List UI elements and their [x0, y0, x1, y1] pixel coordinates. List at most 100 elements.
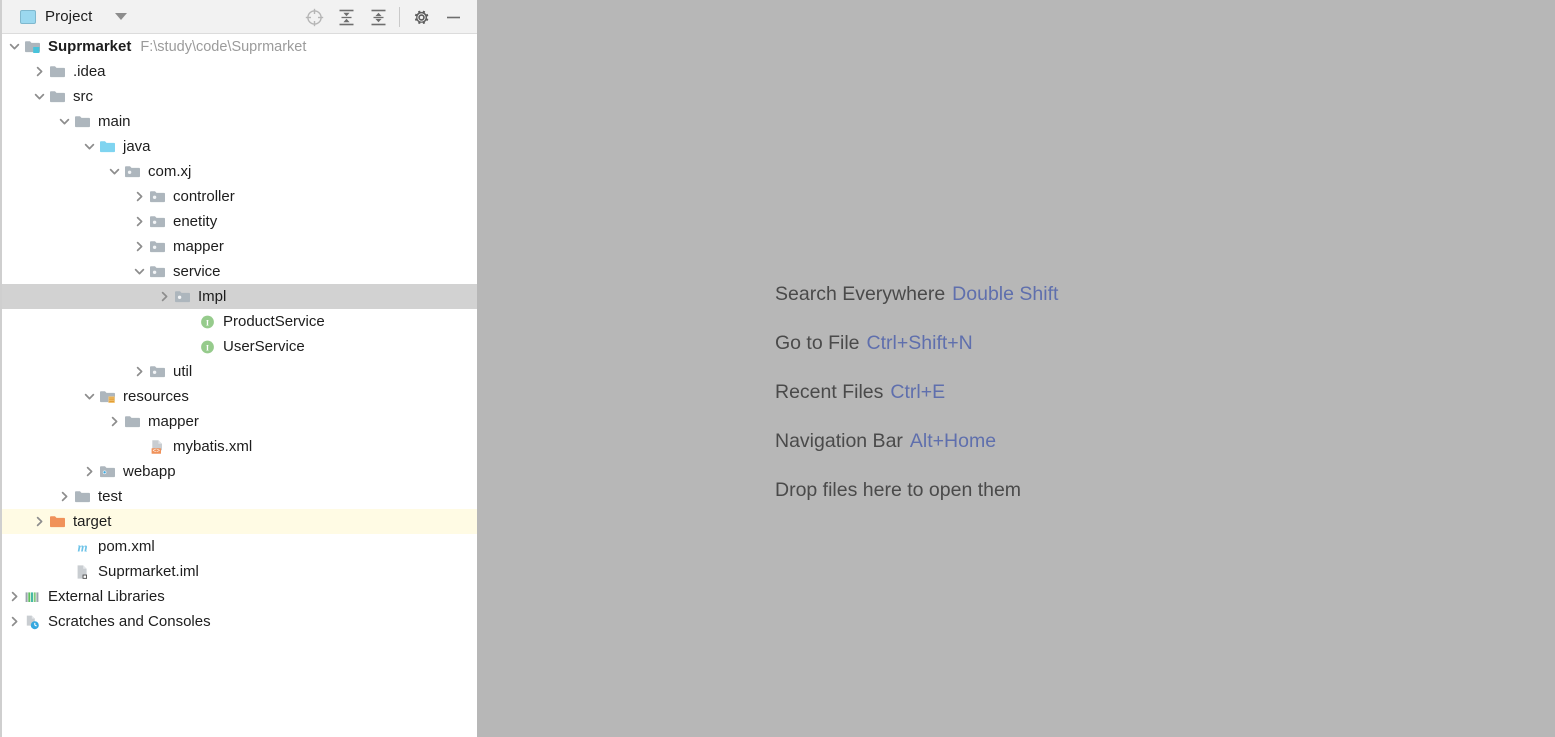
folder-icon [48, 59, 66, 84]
iml-file-icon [73, 559, 91, 584]
tree-node-label: webapp [123, 463, 176, 480]
tree-node-util[interactable]: util [2, 359, 477, 384]
hint-shortcut: Alt+Home [909, 430, 997, 452]
scratches-icon [23, 609, 41, 634]
tree-node-suprmarket[interactable]: Suprmarket F:\study\code\Suprmarket [2, 34, 477, 59]
hint-search-everywhere: Search Everywhere Double Shift [775, 283, 1058, 332]
chevron-right-icon[interactable] [131, 234, 148, 259]
tree-node-label: service [173, 263, 221, 280]
editor-hint-list: Search Everywhere Double Shift Go to Fil… [775, 283, 1058, 528]
svg-text:I: I [205, 343, 208, 352]
tree-node-userservice[interactable]: I UserService [2, 334, 477, 359]
excluded-folder-icon [48, 509, 66, 534]
editor-empty-area: Search Everywhere Double Shift Go to Fil… [477, 0, 1555, 737]
settings-gear-icon[interactable] [405, 0, 437, 34]
tree-node-controller[interactable]: controller [2, 184, 477, 209]
tree-node-label: pom.xml [98, 538, 155, 555]
folder-icon [73, 484, 91, 509]
tree-node-src[interactable]: src [2, 84, 477, 109]
hint-shortcut: Ctrl+E [890, 381, 946, 403]
chevron-down-icon[interactable] [106, 159, 123, 184]
tree-node-test[interactable]: test [2, 484, 477, 509]
select-opened-file-icon[interactable] [298, 0, 330, 34]
chevron-right-icon[interactable] [81, 459, 98, 484]
xml-file-icon: <> [148, 434, 166, 459]
chevron-right-icon[interactable] [56, 484, 73, 509]
chevron-down-icon[interactable] [81, 134, 98, 159]
tree-node-label: UserService [223, 338, 305, 355]
project-tool-window-title: Project [45, 8, 93, 25]
tree-node-scratches-and-consoles[interactable]: Scratches and Consoles [2, 609, 477, 634]
tree-node-resources[interactable]: resources [2, 384, 477, 409]
tree-node-label: main [98, 113, 131, 130]
tree-node-label: Suprmarket.iml [98, 563, 199, 580]
chevron-down-icon[interactable] [81, 384, 98, 409]
tree-node-external-libraries[interactable]: External Libraries [2, 584, 477, 609]
project-tool-window-title-group[interactable]: Project [2, 8, 128, 25]
tree-node-mapper[interactable]: mapper [2, 234, 477, 259]
chevron-right-icon[interactable] [131, 359, 148, 384]
folder-icon [73, 109, 91, 134]
java-interface-icon: I [198, 334, 216, 359]
chevron-right-icon[interactable] [106, 409, 123, 434]
tree-node-label: mapper [148, 413, 199, 430]
tree-node-label: test [98, 488, 123, 505]
chevron-down-icon[interactable] [115, 13, 128, 20]
tree-node-idea[interactable]: .idea [2, 59, 477, 84]
tree-node-label: util [173, 363, 193, 380]
external-libraries-icon [23, 584, 41, 609]
tree-node-pom-xml[interactable]: m pom.xml [2, 534, 477, 559]
tree-node-java[interactable]: java [2, 134, 477, 159]
tree-node-productservice[interactable]: I ProductService [2, 309, 477, 334]
svg-text:<>: <> [152, 447, 160, 454]
tree-node-target[interactable]: target [2, 509, 477, 534]
tree-node-label: com.xj [148, 163, 192, 180]
project-tool-window: Project Suprmarket F:\study\code\Suprmar… [0, 0, 477, 737]
svg-text:m: m [77, 539, 87, 554]
tree-node-mybatis-xml[interactable]: <> mybatis.xml [2, 434, 477, 459]
hint-recent-files: Recent Files Ctrl+E [775, 381, 1058, 430]
tree-node-main[interactable]: main [2, 109, 477, 134]
chevron-down-icon[interactable] [31, 84, 48, 109]
chevron-right-icon[interactable] [6, 584, 23, 609]
package-icon [148, 259, 166, 284]
tree-node-enetity[interactable]: enetity [2, 209, 477, 234]
chevron-right-icon[interactable] [31, 509, 48, 534]
chevron-down-icon[interactable] [56, 109, 73, 134]
folder-icon [123, 409, 141, 434]
chevron-right-icon[interactable] [31, 59, 48, 84]
project-tree[interactable]: Suprmarket F:\study\code\Suprmarket .idea s… [2, 34, 477, 737]
chevron-down-icon[interactable] [6, 34, 23, 59]
tree-node-label: java [123, 138, 151, 155]
tree-node-label: mybatis.xml [173, 438, 253, 455]
tree-node-label: ProductService [223, 313, 325, 330]
package-icon [148, 234, 166, 259]
collapse-all-icon[interactable] [362, 0, 394, 34]
chevron-down-icon[interactable] [131, 259, 148, 284]
tree-node-webapp[interactable]: webapp [2, 459, 477, 484]
hint-go-to-file: Go to File Ctrl+Shift+N [775, 332, 1058, 381]
hint-label: Go to File [775, 332, 860, 354]
tree-node-impl[interactable]: Impl [2, 284, 477, 309]
toolbar-divider [399, 7, 400, 27]
tree-node-mapper[interactable]: mapper [2, 409, 477, 434]
tree-node-label: src [73, 88, 93, 105]
tree-node-path: F:\study\code\Suprmarket [140, 38, 307, 55]
tree-node-com-xj[interactable]: com.xj [2, 159, 477, 184]
java-interface-icon: I [198, 309, 216, 334]
hint-label: Recent Files [775, 381, 884, 403]
expand-all-icon[interactable] [330, 0, 362, 34]
chevron-right-icon[interactable] [131, 209, 148, 234]
tree-node-label: External Libraries [48, 588, 165, 605]
tree-node-label: Scratches and Consoles [48, 613, 211, 630]
tree-node-suprmarket-iml[interactable]: Suprmarket.iml [2, 559, 477, 584]
chevron-right-icon[interactable] [131, 184, 148, 209]
hint-drop-files: Drop files here to open them [775, 479, 1058, 528]
tree-node-label: controller [173, 188, 235, 205]
idea-window: Search Everywhere Double Shift Go to Fil… [0, 0, 1555, 737]
hide-icon[interactable] [437, 0, 469, 34]
tree-node-service[interactable]: service [2, 259, 477, 284]
chevron-right-icon[interactable] [156, 284, 173, 309]
chevron-right-icon[interactable] [6, 609, 23, 634]
source-root-folder-icon [98, 134, 116, 159]
